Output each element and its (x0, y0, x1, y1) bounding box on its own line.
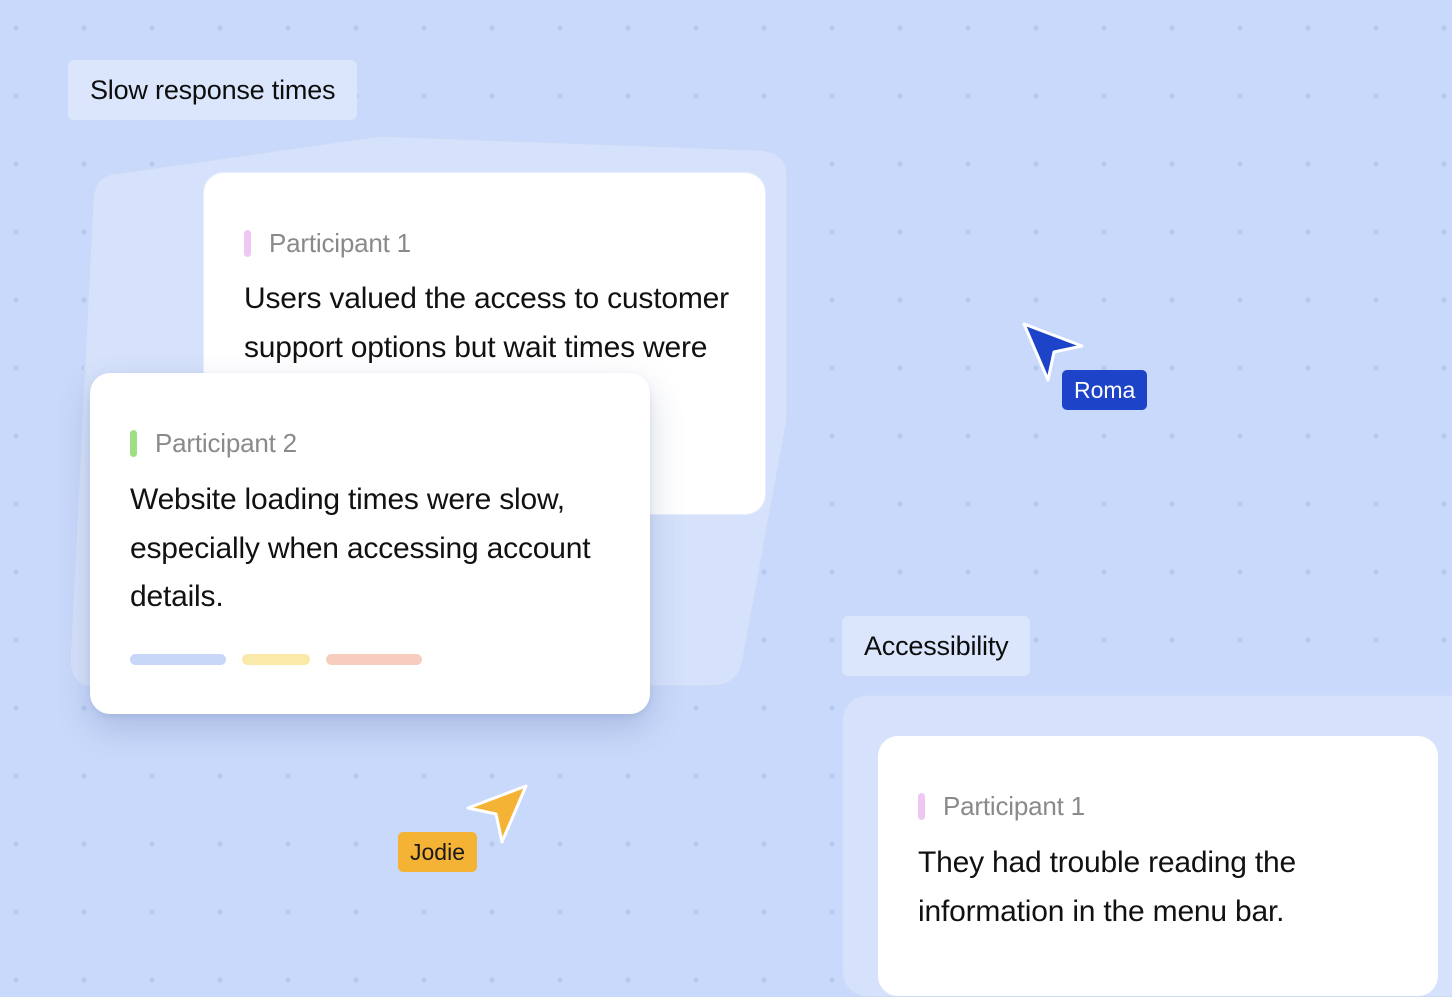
tag-blue[interactable] (130, 654, 226, 665)
participant-label: Participant 2 (130, 428, 297, 459)
participant-name: Participant 1 (943, 791, 1085, 821)
tag-yellow[interactable] (242, 654, 310, 665)
insight-quote: They had trouble reading the information… (918, 846, 1296, 928)
insight-card-slow-participant-2[interactable]: Participant 2 Website loading times were… (90, 373, 650, 714)
cursor-name-roma: Roma (1062, 370, 1148, 410)
participant-label: Participant 1 (918, 791, 1085, 822)
insight-card-accessibility-participant-1[interactable]: Participant 1 They had trouble reading t… (878, 736, 1438, 996)
tag-list (130, 654, 422, 665)
participant-name: Participant 1 (269, 228, 411, 258)
participant-label: Participant 1 (244, 228, 411, 259)
group-label-accessibility[interactable]: Accessibility (842, 616, 1031, 676)
participant-marker (918, 793, 925, 820)
participant-name: Participant 2 (155, 428, 297, 458)
tag-orange[interactable] (326, 654, 422, 665)
cursor-name-jodie: Jodie (398, 832, 477, 872)
insight-quote: Website loading times were slow, especia… (130, 483, 591, 613)
participant-marker (244, 230, 251, 257)
participant-marker (130, 430, 137, 457)
